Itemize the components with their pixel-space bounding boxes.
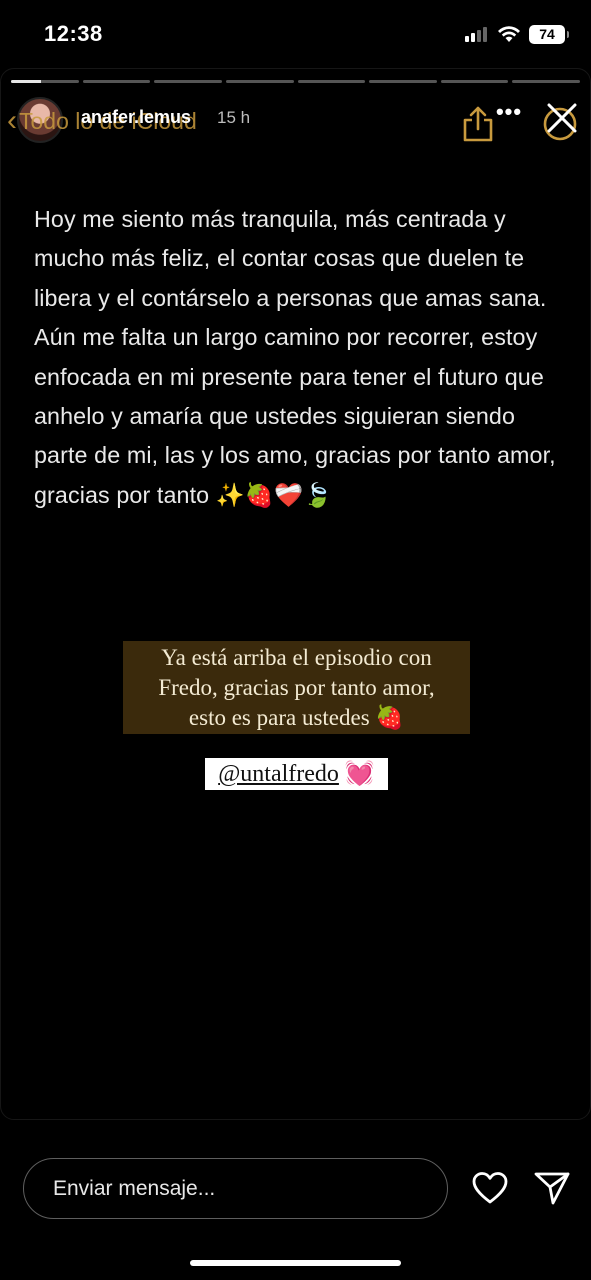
home-indicator <box>190 1260 401 1266</box>
progress-segment <box>82 80 151 83</box>
wifi-icon <box>498 26 520 42</box>
chevron-left-icon: ‹ <box>7 104 17 137</box>
like-heart-icon[interactable] <box>472 1171 508 1205</box>
story-viewer[interactable]: ‹ Todo lo de iCloud anafer.lemus 15 h ••… <box>0 68 591 1120</box>
caption-line: Fredo, gracias por tanto amor, <box>158 675 435 700</box>
progress-segment <box>225 80 294 83</box>
status-time: 12:38 <box>44 21 103 46</box>
post-time: 15 h <box>217 108 251 127</box>
message-placeholder: Enviar mensaje... <box>53 1176 216 1200</box>
story-text: Hoy me siento más tranquila, más centrad… <box>34 206 556 508</box>
close-icon[interactable] <box>541 99 581 143</box>
mention-handle[interactable]: @untalfredo <box>218 761 339 787</box>
story-progress-bars <box>11 80 580 83</box>
send-message-input[interactable]: Enviar mensaje... <box>23 1158 448 1219</box>
progress-segment <box>154 80 222 83</box>
progress-segment <box>369 80 437 83</box>
send-icon[interactable] <box>534 1171 570 1205</box>
progress-segment-fill <box>11 80 42 83</box>
progress-segment <box>297 80 366 83</box>
story-header: ‹ Todo lo de iCloud anafer.lemus 15 h ••… <box>1 97 590 143</box>
progress-segment <box>512 80 580 83</box>
cellular-signal-icon <box>465 27 487 42</box>
mention-sticker[interactable]: @untalfredo 💓 <box>205 758 388 790</box>
heart-emoji: 💓 <box>344 761 375 787</box>
share-icon[interactable] <box>461 105 495 143</box>
status-icons: 74 <box>465 24 569 44</box>
battery-level: 74 <box>539 26 555 42</box>
progress-segment <box>440 80 509 83</box>
caption-line: Ya está arriba el episodio con <box>161 645 432 670</box>
story-footer: Enviar mensaje... <box>0 1120 591 1280</box>
username[interactable]: anafer.lemus <box>81 107 191 128</box>
episode-caption: Ya está arriba el episodio con Fredo, gr… <box>123 641 470 734</box>
more-options-icon[interactable]: ••• <box>495 99 523 129</box>
status-bar: 12:38 74 <box>0 0 591 68</box>
caption-line: esto es para ustedes 🍓 <box>188 705 405 730</box>
progress-segment <box>11 80 79 83</box>
battery-icon: 74 <box>529 24 569 44</box>
